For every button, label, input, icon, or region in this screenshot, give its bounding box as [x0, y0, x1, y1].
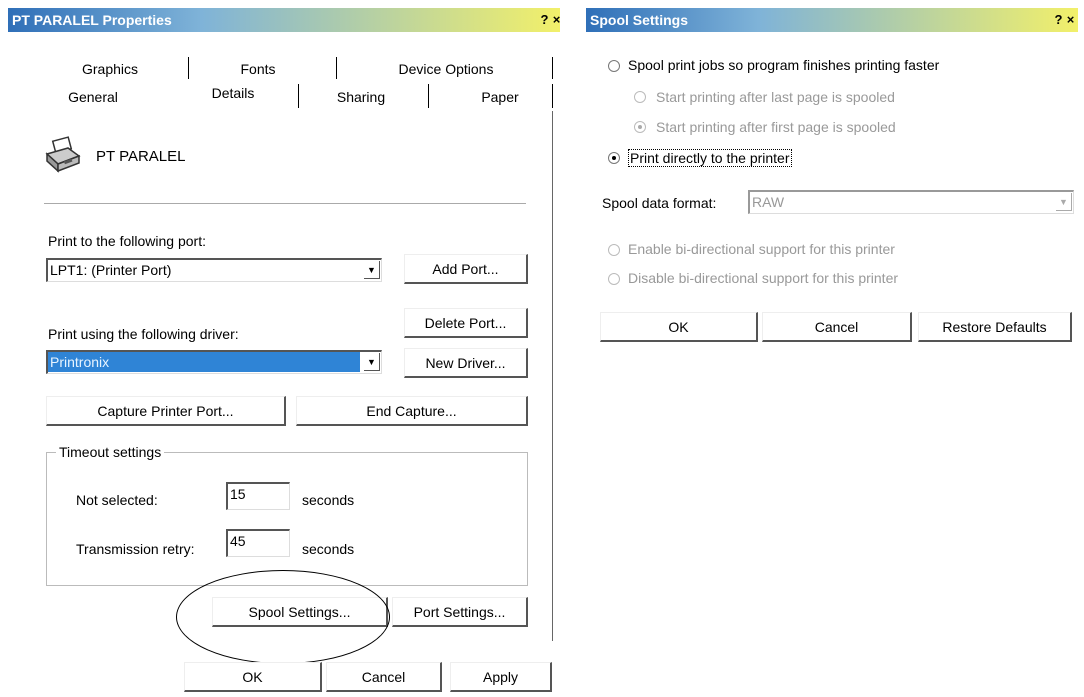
label-after-last-page: Start printing after last page is spoole…	[656, 89, 895, 105]
label-print-directly: Print directly to the printer	[628, 149, 792, 167]
cancel-button[interactable]: Cancel	[326, 662, 442, 692]
not-selected-input[interactable]: 15	[226, 482, 290, 510]
tab-fonts[interactable]: Fonts	[228, 61, 288, 77]
tab-divider	[428, 84, 429, 108]
tab-divider	[188, 57, 189, 79]
delete-port-button[interactable]: Delete Port...	[404, 308, 528, 338]
radio-spool-jobs[interactable]	[608, 60, 620, 72]
port-label: Print to the following port:	[48, 233, 206, 249]
tab-divider	[298, 84, 299, 108]
chevron-down-icon[interactable]: ▼	[364, 261, 380, 279]
retry-input[interactable]: 45	[226, 529, 290, 557]
spool-cancel-button[interactable]: Cancel	[762, 312, 912, 342]
timeout-group	[46, 452, 528, 586]
spool-titlebar: Spool Settings ? ×	[586, 8, 1078, 32]
tab-paper[interactable]: Paper	[470, 89, 530, 105]
new-driver-button[interactable]: New Driver...	[404, 348, 528, 378]
properties-title: PT PARALEL Properties	[12, 12, 172, 28]
ok-button[interactable]: OK	[184, 662, 322, 692]
separator	[44, 203, 526, 204]
label-enable-bidi: Enable bi-directional support for this p…	[628, 241, 895, 257]
label-after-first-page: Start printing after first page is spool…	[656, 119, 896, 135]
spool-settings-window: Spool Settings ? × Spool print jobs so p…	[586, 8, 1078, 358]
tab-graphics[interactable]: Graphics	[70, 61, 150, 77]
port-settings-button[interactable]: Port Settings...	[392, 597, 528, 627]
chevron-down-icon[interactable]: ▼	[364, 353, 380, 371]
capture-printer-port-button[interactable]: Capture Printer Port...	[46, 396, 286, 426]
printer-name: PT PARALEL	[96, 148, 186, 165]
label-disable-bidi: Disable bi-directional support for this …	[628, 270, 899, 286]
restore-defaults-button[interactable]: Restore Defaults	[918, 312, 1072, 342]
port-value: LPT1: (Printer Port)	[50, 262, 172, 278]
spool-title: Spool Settings	[590, 12, 688, 28]
radio-enable-bidi[interactable]	[608, 244, 620, 256]
tab-details[interactable]: Details	[198, 85, 268, 101]
radio-print-directly[interactable]	[608, 152, 620, 164]
tab-device-options[interactable]: Device Options	[386, 61, 506, 77]
apply-button[interactable]: Apply	[450, 662, 552, 692]
spool-ok-button[interactable]: OK	[600, 312, 758, 342]
spool-format-dropdown[interactable]: RAW ▼	[748, 190, 1074, 214]
add-port-button[interactable]: Add Port...	[404, 254, 528, 284]
spool-format-value: RAW	[752, 194, 785, 210]
spool-format-label: Spool data format:	[602, 195, 717, 211]
tab-divider	[552, 57, 553, 79]
tab-sharing[interactable]: Sharing	[326, 89, 396, 105]
properties-window: PT PARALEL Properties ? × Graphics Fonts…	[8, 8, 560, 693]
radio-after-first-page[interactable]	[634, 121, 646, 133]
not-selected-label: Not selected:	[76, 492, 158, 508]
close-button[interactable]: ×	[548, 11, 565, 28]
end-capture-button[interactable]: End Capture...	[296, 396, 528, 426]
highlight-ellipse	[176, 570, 390, 664]
driver-dropdown[interactable]: Printronix ▼	[46, 350, 382, 374]
tab-divider	[552, 84, 553, 108]
radio-disable-bidi[interactable]	[608, 273, 620, 285]
retry-label: Transmission retry:	[76, 541, 195, 557]
driver-label: Print using the following driver:	[48, 326, 239, 342]
radio-after-last-page[interactable]	[634, 91, 646, 103]
label-spool-jobs: Spool print jobs so program finishes pri…	[628, 57, 940, 73]
close-button[interactable]: ×	[1062, 11, 1079, 28]
timeout-group-label: Timeout settings	[56, 444, 165, 460]
printer-icon	[44, 136, 82, 174]
properties-titlebar: PT PARALEL Properties ? ×	[8, 8, 560, 32]
driver-value: Printronix	[48, 352, 360, 372]
not-selected-unit: seconds	[302, 492, 355, 508]
chevron-down-icon[interactable]: ▼	[1056, 193, 1072, 211]
port-dropdown[interactable]: LPT1: (Printer Port) ▼	[46, 258, 382, 282]
retry-unit: seconds	[302, 541, 355, 557]
tab-divider	[336, 57, 337, 79]
tab-general[interactable]: General	[58, 89, 128, 105]
